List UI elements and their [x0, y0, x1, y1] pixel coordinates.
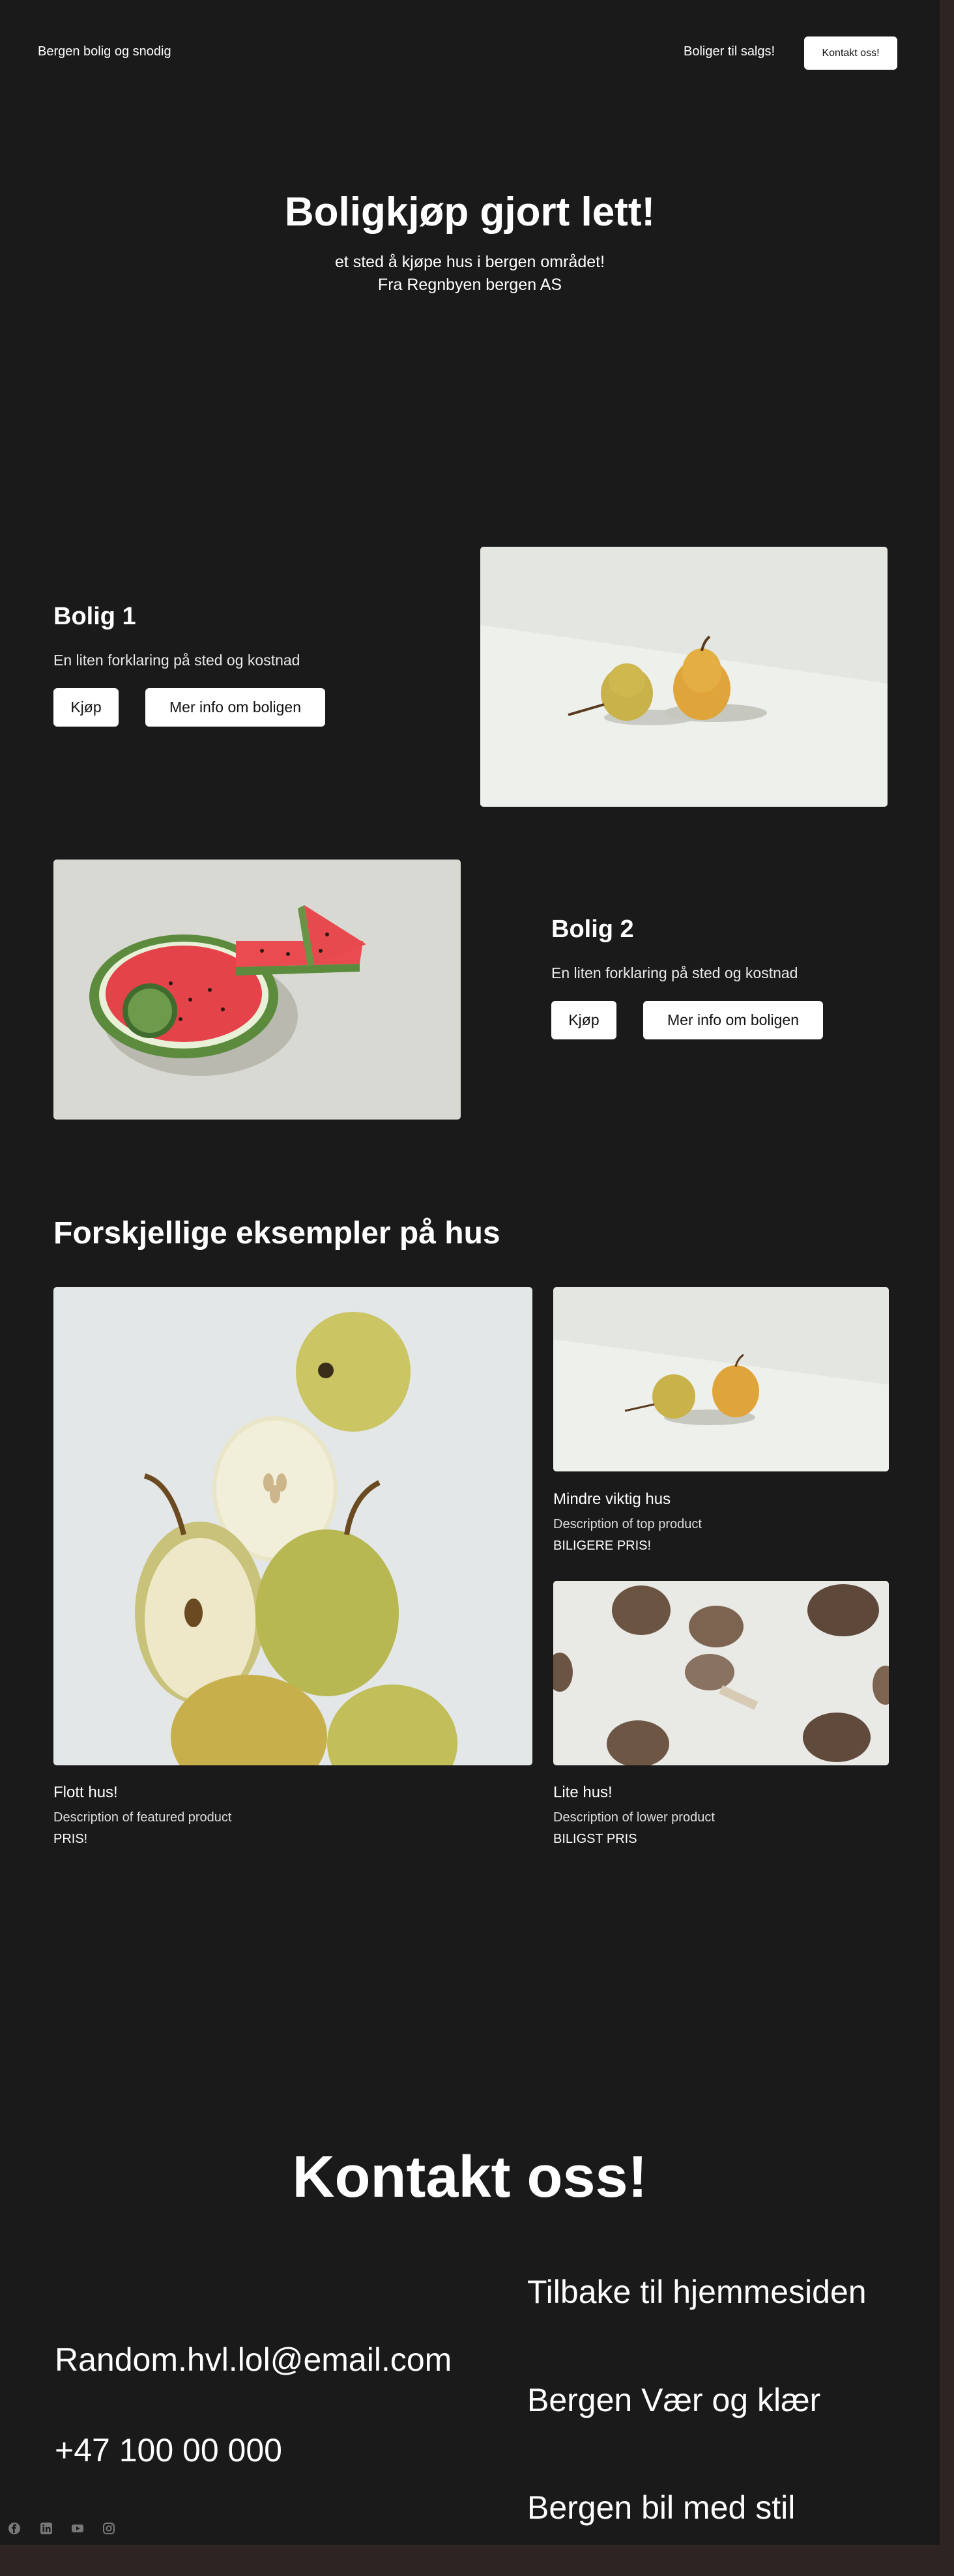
footer-link-home[interactable]: Tilbake til hjemmesiden	[527, 2273, 867, 2311]
feature-1-title: Bolig 1	[53, 603, 136, 630]
footer-link-weather[interactable]: Bergen Vær og klær	[527, 2381, 820, 2419]
contact-email[interactable]: Random.hvl.lol@email.com	[55, 2341, 452, 2379]
feature-2-description: En liten forklaring på sted og kostnad	[551, 964, 798, 981]
examples-title: Forskjellige eksempler på hus	[53, 1216, 500, 1251]
lower-card-title[interactable]: Lite hus!	[553, 1784, 613, 1802]
linkedin-icon[interactable]	[40, 2522, 53, 2535]
page: Bergen bolig og snodig Boliger til salgs…	[0, 0, 940, 2545]
featured-card-price: PRIS!	[53, 1832, 88, 1846]
hero-subtitle: et sted å kjøpe hus i bergen området!	[334, 253, 605, 271]
lower-card-price: BILIGST PRIS	[553, 1832, 637, 1846]
hero-title: Boligkjøp gjort lett!	[284, 190, 656, 235]
pears-small-image[interactable]	[553, 1287, 889, 1471]
youtube-icon[interactable]	[71, 2522, 84, 2535]
mushrooms-image[interactable]	[553, 1581, 889, 1765]
feature-2-title: Bolig 2	[551, 916, 634, 943]
nav-link-listings[interactable]: Boliger til salgs!	[684, 44, 775, 59]
contact-phone[interactable]: +47 100 00 000	[55, 2431, 282, 2469]
pear-stack-image[interactable]	[53, 1287, 532, 1765]
lower-card-description: Description of lower product	[553, 1810, 715, 1825]
featured-card-title[interactable]: Flott hus!	[53, 1784, 118, 1802]
instagram-icon[interactable]	[102, 2522, 115, 2535]
facebook-icon[interactable]	[8, 2522, 21, 2535]
contact-button[interactable]: Kontakt oss!	[804, 36, 897, 70]
feature-1-description: En liten forklaring på sted og kostnad	[53, 652, 300, 669]
feature-2-buy-button[interactable]: Kjøp	[551, 1001, 616, 1039]
brand-name[interactable]: Bergen bolig og snodig	[38, 44, 171, 59]
feature-2-more-info-button[interactable]: Mer info om boligen	[643, 1001, 823, 1039]
feature-1-buy-button[interactable]: Kjøp	[53, 688, 119, 727]
feature-1-more-info-button[interactable]: Mer info om boligen	[145, 688, 325, 727]
featured-card-description: Description of featured product	[53, 1810, 232, 1825]
contact-title: Kontakt oss!	[292, 2145, 648, 2210]
top-card-price: BILIGERE PRIS!	[553, 1539, 652, 1553]
hero-subtitle-company: Fra Regnbyen bergen AS	[377, 276, 562, 294]
footer-link-cars[interactable]: Bergen bil med stil	[527, 2489, 795, 2526]
top-card-description: Description of top product	[553, 1517, 702, 1531]
top-card-title[interactable]: Mindre viktig hus	[553, 1490, 671, 1509]
pears-image	[480, 547, 888, 807]
watermelon-image	[53, 860, 461, 1120]
